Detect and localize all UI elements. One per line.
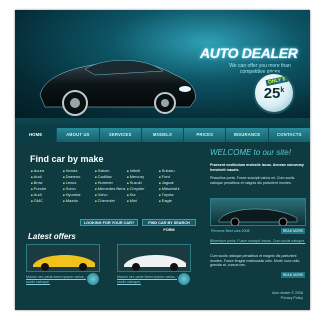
make-link[interactable]: Mercury [127, 174, 159, 180]
make-link[interactable]: Mazda [63, 198, 95, 204]
offer-badge [86, 272, 100, 286]
find-heading: Find car by make [30, 154, 104, 164]
make-link[interactable]: Volvo [95, 192, 127, 198]
make-link[interactable]: Scion [63, 186, 95, 192]
price-badge: ONLY $ 25k [253, 72, 295, 114]
make-link[interactable]: Mercedes Benz [95, 186, 127, 192]
site-logo[interactable]: AUTO DEALER [200, 45, 298, 61]
make-link[interactable]: Subaru [159, 168, 191, 174]
main-nav: HOME ABOUT US SERVICES MODELS PRICES INS… [15, 128, 310, 142]
read-more-button-2[interactable]: READ MORE [281, 272, 305, 278]
make-link[interactable]: GMC [31, 198, 63, 204]
nav-about[interactable]: ABOUT US [57, 128, 100, 142]
make-link[interactable]: Acura [31, 168, 63, 174]
welcome-heading: WELCOME to our site! [210, 148, 291, 157]
nav-models[interactable]: MODELS [142, 128, 185, 142]
nav-contacts[interactable]: CONTACTS [269, 128, 310, 142]
offer-badge [177, 272, 191, 286]
welcome-lead: Praesent vestibulum molestie lacus. Aene… [210, 163, 304, 172]
make-link[interactable]: Chevrolet [95, 198, 127, 204]
make-link[interactable]: Infiniti [127, 168, 159, 174]
make-link[interactable]: Cadillac [95, 174, 127, 180]
make-link[interactable]: Saturn [95, 168, 127, 174]
looking-for-car-button[interactable]: LOOKING FOR YOUR CAR? [80, 219, 138, 226]
search-form-button[interactable]: FIND CAR BY SEARCH FORM [142, 219, 196, 232]
make-link[interactable]: Toyota [159, 192, 191, 198]
make-link[interactable]: Chrysler [127, 186, 159, 192]
make-link[interactable]: Hyundai [63, 192, 95, 198]
make-link[interactable]: Mini [127, 198, 159, 204]
welcome-link[interactable]: Bibendum porta. Fusce suscipit varius. C… [210, 239, 306, 244]
make-link[interactable]: Lexus [63, 180, 95, 186]
make-link[interactable]: Daewoo [63, 174, 95, 180]
page: AUTO DEALER We can offer you more than c… [15, 10, 310, 310]
make-link[interactable]: Jaguar [159, 180, 191, 186]
welcome-text: Phasellus porta. Fusce suscipit varius m… [210, 176, 295, 185]
nav-services[interactable]: SERVICES [100, 128, 142, 142]
nav-home[interactable]: HOME [15, 128, 58, 142]
header-banner: AUTO DEALER We can offer you more than c… [15, 10, 310, 118]
make-list: Acura Honda Saturn Infiniti Subaru Audi … [31, 168, 191, 204]
make-link[interactable]: Audi [31, 174, 63, 180]
car-image [39, 60, 196, 116]
make-link[interactable]: Audi [31, 192, 63, 198]
make-link[interactable]: Bmw [31, 180, 63, 186]
featured-caption: Renome Best cars 2008 [211, 229, 250, 233]
nav-insurance[interactable]: INSURANCE [226, 128, 269, 142]
find-car-panel: Find car by make Acura Honda Saturn Infi… [24, 148, 196, 232]
welcome-text-2: Cum sociis natoque penatibus et magnis d… [210, 254, 301, 267]
make-link[interactable]: Mitsubishi [159, 186, 191, 192]
header-strip [15, 118, 310, 128]
latest-offers-heading: Latest offers [28, 232, 76, 241]
make-link[interactable]: Porche [31, 186, 63, 192]
badge-price: 25k [263, 85, 285, 102]
nav-prices[interactable]: PRICES [184, 128, 227, 142]
make-link[interactable]: Suzuki [127, 180, 159, 186]
offer-card[interactable]: Mauris nec pede lorem ipsum varius, cum … [26, 244, 100, 300]
offer-image [117, 244, 191, 272]
read-more-button[interactable]: READ MORE [281, 228, 305, 234]
make-link[interactable]: Eagle [159, 198, 191, 204]
make-link[interactable]: Honda [63, 168, 95, 174]
offer-image [26, 244, 100, 272]
footer: Auto dealer © 2008 Privacy Policy [229, 291, 303, 300]
make-link[interactable]: Hummer [95, 180, 127, 186]
featured-car-image [210, 198, 306, 226]
make-link[interactable]: Ford [159, 174, 191, 180]
tagline: We can offer you more than competitive p… [229, 63, 291, 75]
offer-card[interactable]: Mauris nec pede lorem ipsum varius, cum … [117, 244, 191, 300]
make-link[interactable]: Kia [127, 192, 159, 198]
privacy-link[interactable]: Privacy Policy [229, 296, 303, 301]
